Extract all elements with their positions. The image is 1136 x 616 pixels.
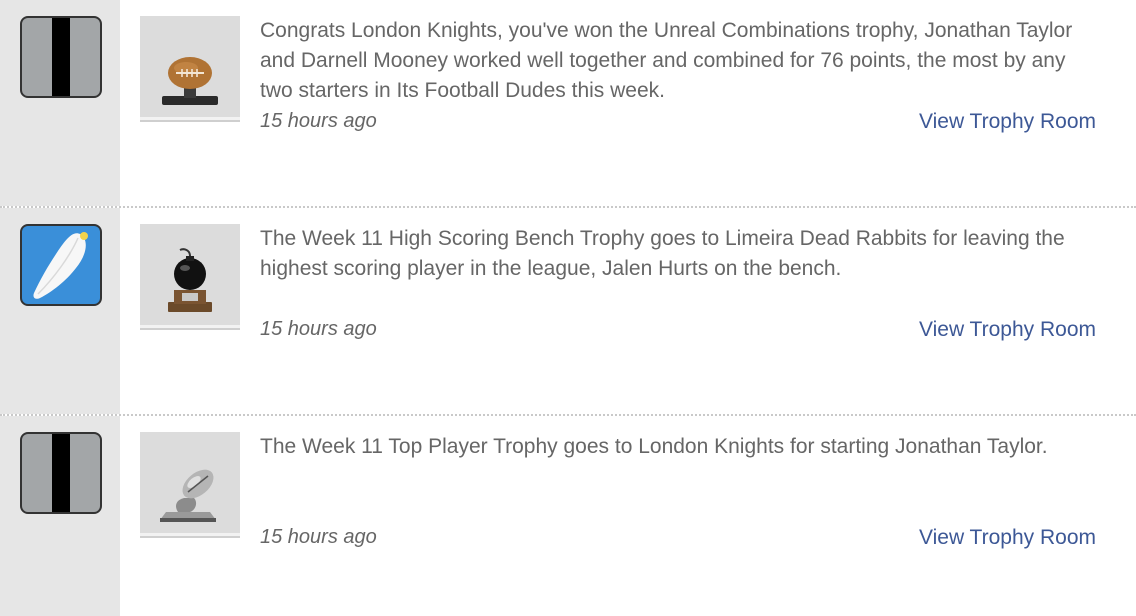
view-trophy-room-link[interactable]: View Trophy Room (919, 110, 1096, 134)
trophy-image[interactable] (140, 432, 240, 536)
team-avatar[interactable] (20, 16, 102, 98)
football-trophy-icon (162, 57, 218, 105)
trophy-image[interactable] (140, 224, 240, 328)
team-avatar[interactable] (20, 432, 102, 514)
trophy-message: Congrats London Knights, you've won the … (260, 19, 1073, 102)
feed-item: The Week 11 High Scoring Bench Trophy go… (0, 208, 1136, 414)
trophy-message: The Week 11 Top Player Trophy goes to Lo… (260, 435, 1048, 458)
timestamp: 15 hours ago (260, 110, 377, 132)
feather-team-icon (33, 232, 88, 299)
timestamp: 15 hours ago (260, 318, 377, 340)
trophy-message: The Week 11 High Scoring Bench Trophy go… (260, 227, 1065, 280)
bomb-trophy-icon (168, 248, 212, 312)
team-avatar[interactable] (20, 224, 102, 306)
trophy-image[interactable] (140, 16, 240, 120)
trophy-feed: Congrats London Knights, you've won the … (0, 0, 1136, 616)
timestamp: 15 hours ago (260, 526, 377, 548)
silver-football-trophy-icon (160, 469, 216, 522)
feed-item: The Week 11 Top Player Trophy goes to Lo… (0, 416, 1136, 616)
view-trophy-room-link[interactable]: View Trophy Room (919, 318, 1096, 342)
view-trophy-room-link[interactable]: View Trophy Room (919, 526, 1096, 550)
feed-item: Congrats London Knights, you've won the … (0, 0, 1136, 206)
